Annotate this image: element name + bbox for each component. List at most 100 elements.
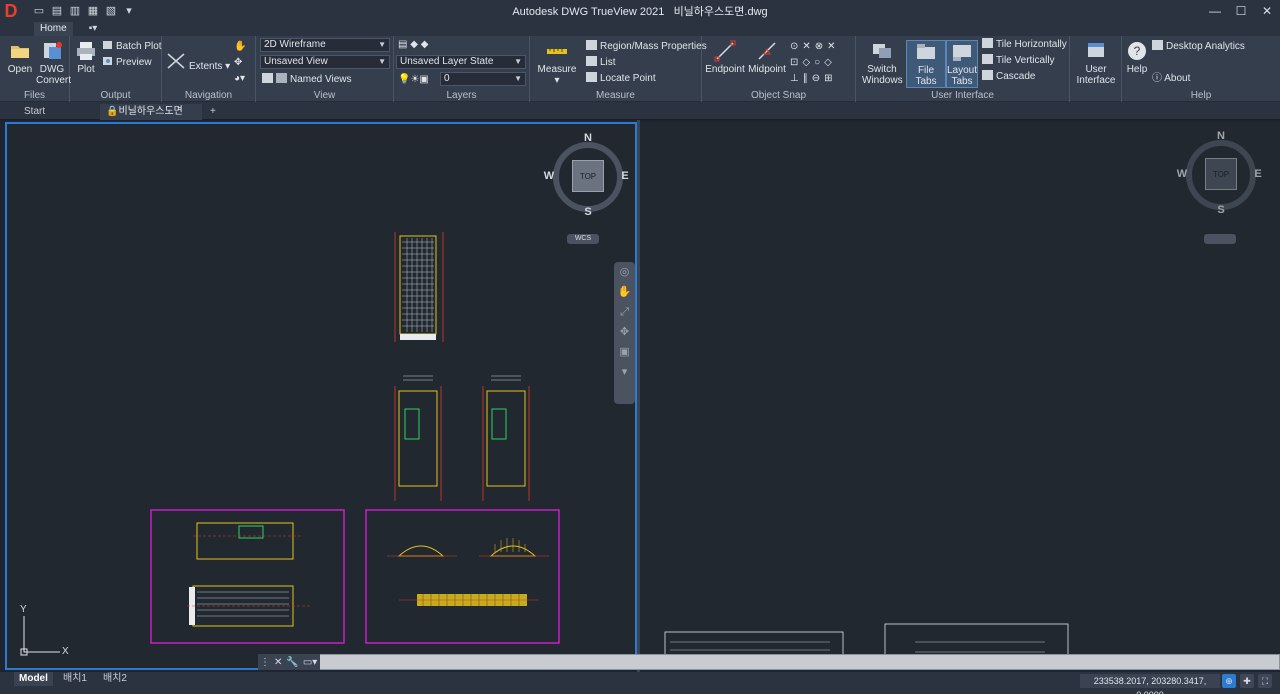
fullscreen-icon[interactable]: ⛶: [1258, 674, 1272, 688]
user-interface-button[interactable]: User Interface: [1074, 40, 1118, 86]
saved-view-dropdown[interactable]: Unsaved View ▼: [260, 55, 390, 69]
showmotion-icon[interactable]: ▣: [614, 342, 635, 362]
batch-plot-button[interactable]: Batch Plot: [102, 40, 162, 53]
cascade-button[interactable]: Cascade: [982, 70, 1035, 83]
viewcube-top-face[interactable]: TOP: [1205, 158, 1237, 190]
batch-plot-icon: [103, 41, 112, 49]
extents-button[interactable]: Extents ▾: [166, 52, 230, 73]
tab-home[interactable]: Home: [34, 22, 73, 36]
plot-icon[interactable]: ▥: [68, 5, 82, 17]
visual-style-dropdown[interactable]: 2D Wireframe ▼: [260, 38, 390, 52]
navigation-bar: ◎ ✋ ⤢ ✥ ▣ ▾: [614, 262, 635, 404]
maximize-button[interactable]: ☐: [1228, 0, 1254, 22]
showmotion-icon[interactable]: ◕▾: [234, 72, 245, 85]
status-icons: ⊕ ✚ ⛶: [1222, 674, 1272, 688]
compass-north[interactable]: N: [1215, 130, 1227, 142]
compass-west[interactable]: W: [543, 170, 555, 182]
compass-east[interactable]: E: [1252, 168, 1264, 180]
ribbon-tab-bar: Home ▪▾: [0, 22, 1280, 36]
ribbon-options-icon[interactable]: ▪▾: [84, 22, 102, 36]
locate-point-button[interactable]: Locate Point: [586, 72, 656, 85]
tab-start[interactable]: Start: [18, 104, 51, 120]
compass-east[interactable]: E: [619, 170, 631, 182]
panel-title-view: View: [313, 90, 336, 101]
dwg-convert-button[interactable]: DWG Convert: [36, 40, 71, 86]
command-line-input[interactable]: [258, 654, 1280, 670]
window-title: Autodesk DWG TrueView 2021 비닐하우스도면.dwg: [512, 6, 768, 18]
panel-title-object-snap: Object Snap: [750, 90, 807, 101]
elevation-drawing-1: [394, 375, 442, 501]
layer-dropdown[interactable]: 0 ▼: [440, 72, 526, 86]
orbit-icon[interactable]: ✥: [234, 56, 242, 69]
layout-tabs-button[interactable]: Layout Tabs: [946, 40, 978, 88]
dwg-compare-icon[interactable]: ▤: [50, 5, 64, 17]
ucs-icon: Y X: [14, 604, 74, 662]
about-button[interactable]: ⓘ About: [1152, 72, 1190, 85]
tab-document[interactable]: 🔒비닐하우스도면 ✕: [100, 104, 202, 133]
pan-icon[interactable]: ✋: [614, 282, 635, 302]
floor-plan-drawing: [187, 522, 311, 627]
ucs-x-label: X: [62, 646, 69, 657]
compass-south[interactable]: S: [1215, 204, 1227, 216]
quick-access-toolbar: ▭ ▤ ▥ ▦ ▧ ▾: [32, 5, 136, 17]
orbit-icon[interactable]: ✥: [614, 322, 635, 342]
open-folder-icon[interactable]: ▭: [32, 5, 46, 17]
viewport-right[interactable]: TOP N S E W: [640, 122, 1280, 670]
compass-north[interactable]: N: [582, 132, 594, 144]
wcs-menu-right[interactable]: [1204, 234, 1236, 244]
tab-layout-1[interactable]: 배치1: [58, 672, 92, 686]
desktop-analytics-button[interactable]: Desktop Analytics: [1152, 40, 1245, 53]
close-icon[interactable]: ✕: [274, 657, 282, 668]
endpoint-snap-button[interactable]: Endpoint: [704, 40, 746, 75]
panel-object-snap: Endpoint Midpoint ⊙✕⊗✕ ⊡◇○◇ ⊥∥⊖⊞ Object …: [702, 36, 856, 102]
batch-plot-icon[interactable]: ▦: [86, 5, 100, 17]
tab-layout-2[interactable]: 배치2: [98, 672, 132, 686]
snap-icons-row-1[interactable]: ⊙✕⊗✕: [790, 40, 840, 53]
compass-west[interactable]: W: [1176, 168, 1188, 180]
navbar-options-icon[interactable]: ▾: [614, 362, 635, 382]
tile-horizontally-button[interactable]: Tile Horizontally: [982, 38, 1067, 51]
viewport-left[interactable]: TOP N S E W WCS Y X: [5, 122, 637, 670]
layer-state-dropdown[interactable]: Unsaved Layer State ▼: [396, 55, 526, 69]
preview-button[interactable]: Preview: [102, 56, 152, 69]
layer-tools-icons[interactable]: ▤ ◆ ◆: [398, 38, 428, 51]
file-tabs-button[interactable]: File Tabs: [906, 40, 946, 88]
app-logo-icon[interactable]: D: [0, 0, 22, 22]
command-history-icon[interactable]: ▭▾: [303, 657, 317, 668]
switch-windows-button[interactable]: Switch Windows: [862, 40, 903, 86]
locate-point-icon: [586, 72, 597, 82]
qat-dropdown-icon[interactable]: ▾: [122, 5, 136, 17]
list-button[interactable]: List: [586, 56, 616, 69]
wrench-icon[interactable]: 🔧: [286, 657, 298, 668]
grip-icon[interactable]: ⋮: [260, 657, 270, 668]
region-mass-properties-button[interactable]: Region/Mass Properties: [586, 40, 707, 53]
midpoint-snap-button[interactable]: Midpoint: [746, 40, 788, 75]
snap-icons-row-2[interactable]: ⊡◇○◇: [790, 56, 836, 69]
wcs-menu[interactable]: WCS: [567, 234, 599, 244]
new-tab-button[interactable]: +: [204, 104, 222, 120]
open-button[interactable]: Open: [6, 40, 34, 75]
panel-output: Plot Batch Plot Preview Output: [70, 36, 162, 102]
drawing-canvas-left[interactable]: [7, 124, 635, 668]
compass-south[interactable]: S: [582, 206, 594, 218]
close-button[interactable]: ✕: [1254, 0, 1280, 22]
viewcube[interactable]: TOP N S E W: [543, 130, 633, 220]
measure-button[interactable]: Measure ▾: [536, 40, 578, 86]
viewcube-right[interactable]: TOP N S E W: [1176, 128, 1266, 218]
zoom-extents-icon[interactable]: ⤢: [614, 302, 635, 322]
layer-status-icons: 💡☀▣: [398, 74, 429, 85]
tab-model[interactable]: Model: [14, 672, 53, 686]
isolate-icon[interactable]: ✚: [1240, 674, 1254, 688]
plot-button[interactable]: Plot: [74, 40, 98, 75]
named-views-button[interactable]: Named Views: [262, 73, 352, 86]
minimize-button[interactable]: —: [1202, 0, 1228, 22]
pan-icon[interactable]: ✋: [234, 40, 246, 53]
panel-layers: ▤ ◆ ◆ Unsaved Layer State ▼ 💡☀▣ 0 ▼ Layers: [394, 36, 530, 102]
annotation-scale-icon[interactable]: ⊕: [1222, 674, 1236, 688]
viewcube-top-face[interactable]: TOP: [572, 160, 604, 192]
tile-vertically-button[interactable]: Tile Vertically: [982, 54, 1055, 67]
steering-wheel-icon[interactable]: ◎: [614, 262, 635, 282]
help-button[interactable]: ? Help: [1124, 40, 1150, 75]
preview-icon[interactable]: ▧: [104, 5, 118, 17]
snap-icons-row-3[interactable]: ⊥∥⊖⊞: [790, 72, 836, 85]
